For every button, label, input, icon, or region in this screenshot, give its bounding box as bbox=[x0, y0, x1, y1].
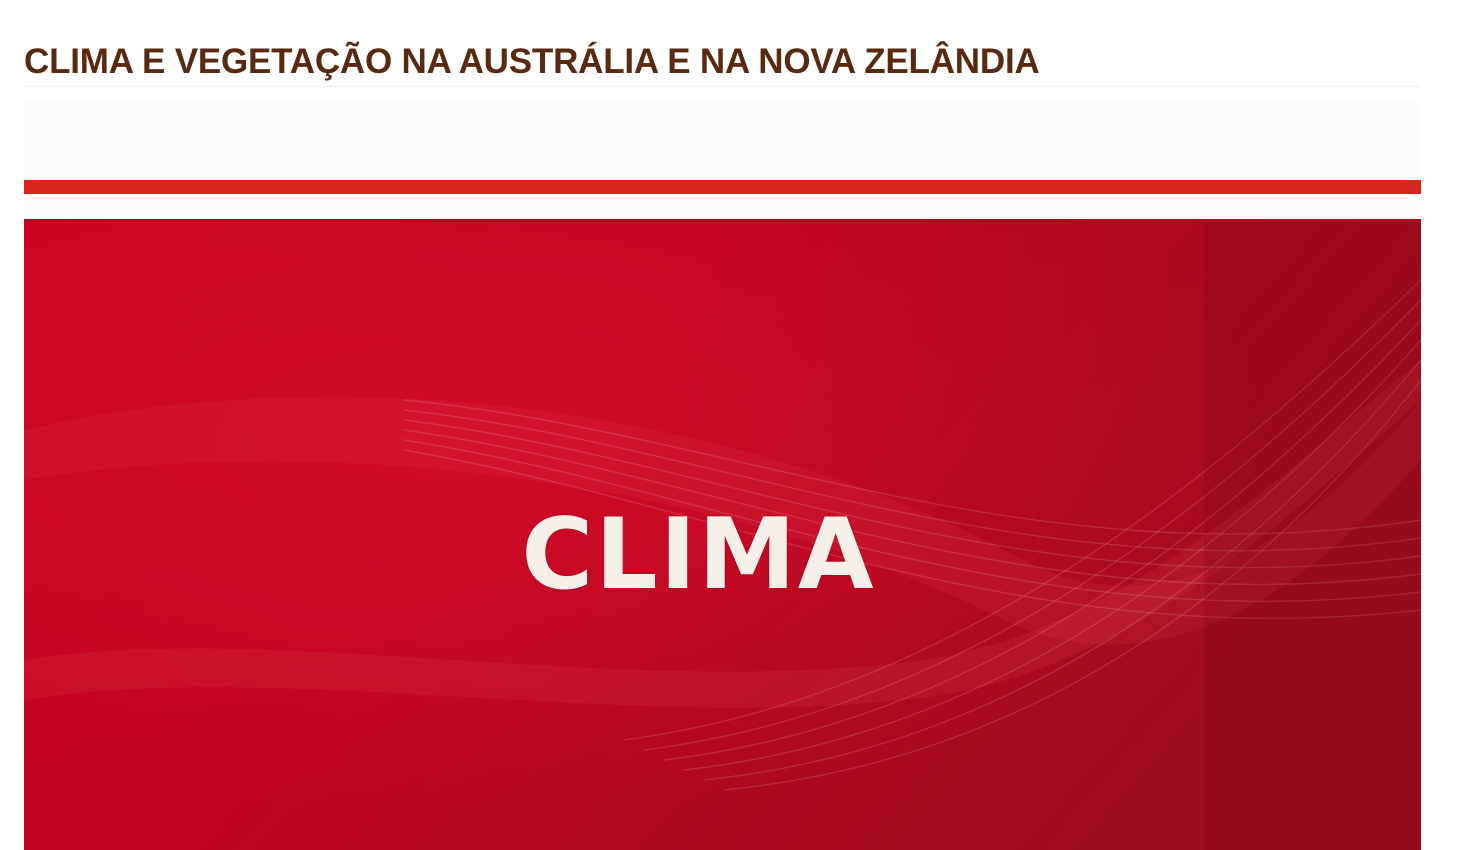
video-thumbnail[interactable]: CLIMA bbox=[24, 100, 1421, 850]
page-title: CLIMA E VEGETAÇÃO NA AUSTRÁLIA E NA NOVA… bbox=[24, 42, 1040, 81]
title-divider bbox=[24, 86, 1420, 87]
clima-label: CLIMA bbox=[521, 498, 876, 612]
thumbnail-background bbox=[24, 100, 1421, 850]
